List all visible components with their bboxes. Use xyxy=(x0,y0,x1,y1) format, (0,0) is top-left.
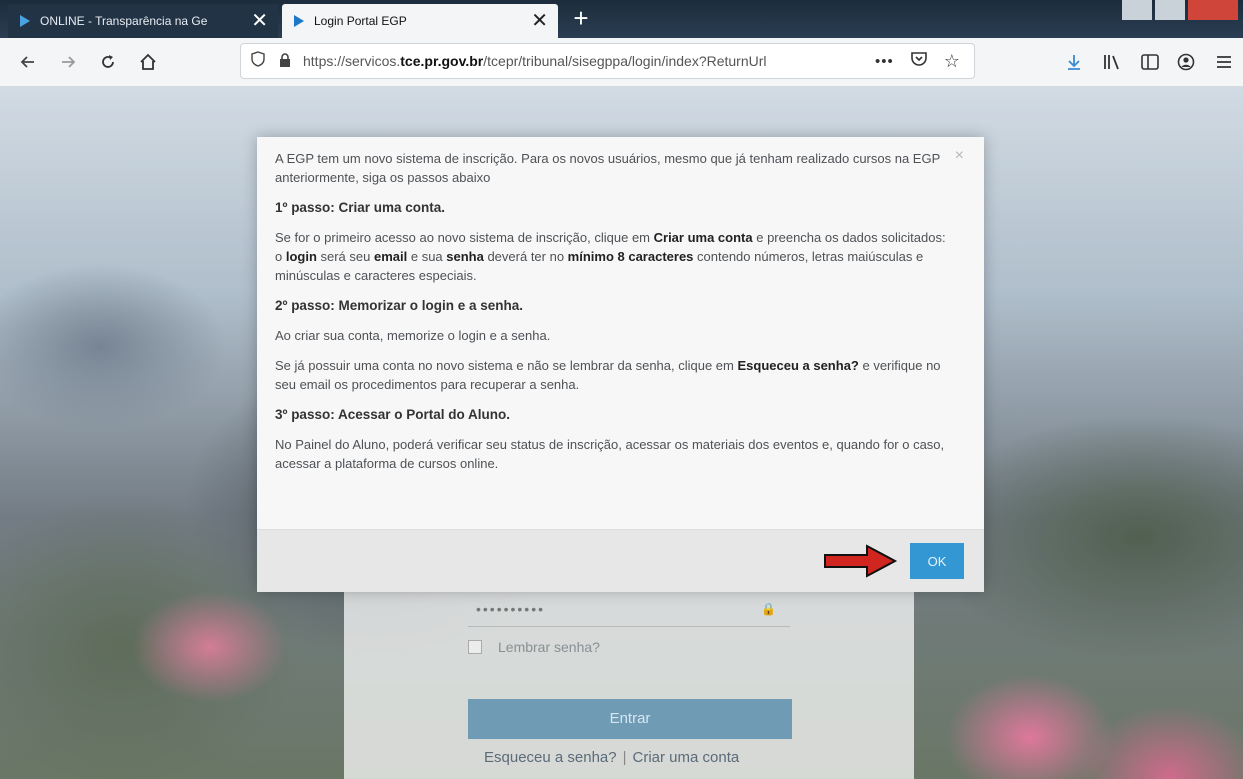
tab-login-portal[interactable]: Login Portal EGP ✕ xyxy=(282,4,558,38)
home-icon[interactable] xyxy=(132,46,164,78)
url-text[interactable]: https://servicos.tce.pr.gov.br/tcepr/tri… xyxy=(303,53,863,69)
tracking-shield-icon[interactable] xyxy=(251,51,269,71)
red-arrow-icon xyxy=(824,544,898,578)
ok-button[interactable]: OK xyxy=(910,543,964,579)
login-links: Esqueceu a senha? | Criar uma conta xyxy=(484,749,739,766)
close-window-button[interactable] xyxy=(1188,0,1238,20)
login-button[interactable]: Entrar xyxy=(468,699,792,739)
step2-extra: Se já possuir uma conta no novo sistema … xyxy=(275,358,941,392)
tab-label: Login Portal EGP xyxy=(314,14,407,28)
sidebar-icon[interactable] xyxy=(1134,46,1166,78)
step1-title: 1º passo: Criar uma conta. xyxy=(275,200,445,215)
play-favicon-icon xyxy=(294,15,304,27)
address-bar[interactable]: https://servicos.tce.pr.gov.br/tcepr/tri… xyxy=(240,43,975,79)
link-separator: | xyxy=(622,749,627,766)
download-icon[interactable] xyxy=(1058,46,1090,78)
remember-checkbox[interactable] xyxy=(468,640,482,654)
forward-icon[interactable] xyxy=(52,46,84,78)
remember-password[interactable]: Lembrar senha? xyxy=(468,639,600,655)
play-favicon-icon xyxy=(20,15,30,27)
tab-close-icon[interactable]: ✕ xyxy=(531,11,548,31)
lock-icon[interactable] xyxy=(279,52,295,70)
tab-bar: ONLINE - Transparência na Ge ✕ Login Por… xyxy=(0,0,1243,38)
minimize-button[interactable] xyxy=(1122,0,1152,20)
step2-title: 2º passo: Memorizar o login e a senha. xyxy=(275,298,523,313)
library-icon[interactable] xyxy=(1096,46,1128,78)
back-icon[interactable] xyxy=(12,46,44,78)
navigation-toolbar: https://servicos.tce.pr.gov.br/tcepr/tri… xyxy=(0,38,1243,87)
step3-text: No Painel do Aluno, poderá verificar seu… xyxy=(275,437,945,471)
page-actions-menu[interactable]: ••• xyxy=(875,53,894,70)
login-card: •••••••••• 🔒 Lembrar senha? Entrar Esque… xyxy=(344,567,914,779)
modal-intro: A EGP tem um novo sistema de inscrição. … xyxy=(275,151,941,185)
account-icon[interactable] xyxy=(1170,46,1202,78)
password-field[interactable]: •••••••••• 🔒 xyxy=(468,591,790,627)
info-modal: × A EGP tem um novo sistema de inscrição… xyxy=(257,137,984,592)
step2-text: Ao criar sua conta, memorize o login e a… xyxy=(275,328,551,343)
bookmark-star-icon[interactable]: ☆ xyxy=(944,51,960,72)
forgot-password-link[interactable]: Esqueceu a senha? xyxy=(484,749,617,766)
tab-close-icon[interactable]: ✕ xyxy=(251,11,268,31)
pocket-icon[interactable] xyxy=(910,51,928,72)
tab-transparencia[interactable]: ONLINE - Transparência na Ge ✕ xyxy=(8,4,278,38)
modal-close-icon[interactable]: × xyxy=(955,147,964,165)
hamburger-menu-icon[interactable] xyxy=(1208,46,1240,78)
step3-title: 3º passo: Acessar o Portal do Aluno. xyxy=(275,407,510,422)
password-lock-icon: 🔒 xyxy=(761,602,776,616)
maximize-button[interactable] xyxy=(1155,0,1185,20)
tab-label: ONLINE - Transparência na Ge xyxy=(40,14,208,28)
new-tab-button[interactable]: + xyxy=(566,4,596,34)
modal-body: A EGP tem um novo sistema de inscrição. … xyxy=(275,149,955,484)
create-account-link[interactable]: Criar uma conta xyxy=(633,749,740,766)
reload-icon[interactable] xyxy=(92,46,124,78)
step1-text: Se for o primeiro acesso ao novo sistema… xyxy=(275,230,946,283)
remember-label: Lembrar senha? xyxy=(498,639,600,655)
modal-footer: OK xyxy=(257,529,984,592)
